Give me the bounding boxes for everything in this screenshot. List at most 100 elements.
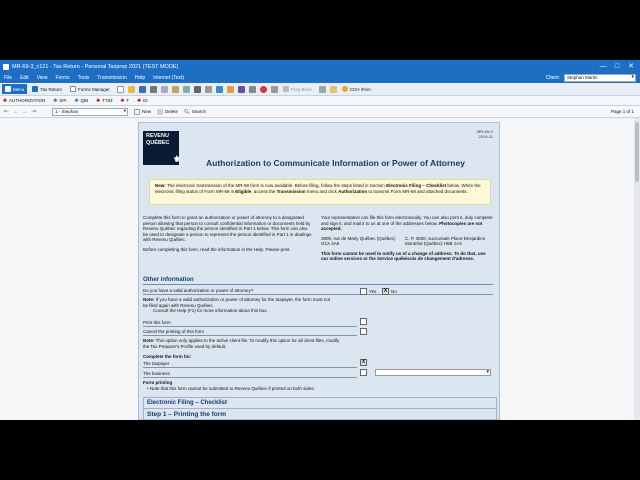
settings-icon[interactable] [248, 85, 256, 93]
maple-leaf-icon: ♣ [96, 97, 101, 104]
menu-transmission[interactable]: Transmission [97, 75, 127, 81]
intro-left: Complete this form to grant an authoriza… [143, 215, 313, 256]
print-form-checkbox[interactable] [360, 318, 367, 325]
no-checkbox[interactable]: X [382, 288, 389, 295]
tax-return-button[interactable]: Tax Return [29, 84, 65, 94]
menu-bar: File Edit View Forms Tools Transmission … [0, 73, 640, 83]
paste-icon[interactable] [171, 85, 179, 93]
page-info: Page 1 of 1 [610, 109, 634, 114]
menu-internet[interactable]: Internet (Test) [153, 75, 184, 81]
sign-icon[interactable] [237, 85, 245, 93]
address-quebec: 3800, rue de Marly Québec (Québec) G1X 4… [321, 235, 396, 247]
step1-heading: Step 1 – Printing the form [147, 411, 227, 418]
yes-checkbox[interactable] [360, 288, 367, 295]
menu-tools[interactable]: Tools [78, 75, 90, 81]
mr69-form: REVENU QUÉBEC ⚜ MR-69-V 2019-11 Authoriz… [138, 122, 500, 420]
complete-for-label: Complete the form for: [143, 354, 192, 359]
form-tabs-bar: ♣ AUTHORIZATION ♣ SPI ♣ QBI ♣ T783 ♣ T ♣ ID [0, 96, 640, 106]
tab-authorization[interactable]: ♣ AUTHORIZATION [3, 98, 45, 104]
undo-icon[interactable] [182, 85, 190, 93]
form-canvas: REVENU QUÉBEC ⚜ MR-69-V 2019-11 Authoriz… [0, 118, 640, 420]
intro-paragraph: Before completing this form, read the in… [143, 246, 291, 252]
note-profile: Note: This option only applies to the ac… [143, 338, 340, 349]
client-label: Client: [545, 75, 560, 81]
business-select[interactable] [375, 369, 491, 376]
search-button[interactable]: 🔍︎ Search [184, 109, 206, 115]
maple-leaf-icon: ♣ [74, 97, 79, 104]
form-title: Authorization to Communicate Information… [206, 158, 465, 168]
review-icon[interactable] [226, 85, 234, 93]
window-title: MR-69-3_c121 - Tax Return - Personal Tax… [12, 63, 179, 70]
menu-file[interactable]: File [4, 75, 12, 81]
taxpayer-checkbox[interactable]: X [360, 359, 367, 366]
maple-leaf-icon: ♣ [3, 97, 7, 104]
fleur-de-lis-icon: ⚜ [172, 154, 181, 164]
last-arrow-icon[interactable]: ⇥ [31, 108, 40, 115]
electronic-filing-checklist: Electronic Filing – Checklist Step 1 – P… [143, 397, 497, 419]
flag-icon[interactable] [318, 85, 326, 93]
prep-book-icon [282, 86, 289, 92]
client-area: Client: Stephan Martin [546, 74, 636, 82]
no-label: No [391, 289, 397, 294]
delete-button[interactable]: Delete [157, 108, 178, 115]
close-button[interactable]: ✕ [624, 60, 638, 73]
menu-help[interactable]: Help [135, 75, 145, 81]
checklist-heading: Electronic Filing – Checklist [144, 398, 496, 409]
menu-edit[interactable]: Edit [20, 75, 29, 81]
forms-manager-button[interactable]: Forms Manager [67, 84, 113, 94]
new-file-icon[interactable] [116, 85, 124, 93]
client-select[interactable]: Stephan Martin [564, 74, 636, 82]
other-info-heading: Other information [143, 277, 493, 285]
main-toolbar: Menu Tax Return Forms Manager Prep Book … [0, 83, 640, 96]
cch-ifirm-button[interactable]: CCH iFirm [339, 84, 374, 94]
form-id: MR-69-V 2019-11 [476, 129, 493, 139]
open-folder-icon[interactable] [127, 85, 135, 93]
maximize-button[interactable]: □ [610, 60, 624, 73]
menu-view[interactable]: View [37, 75, 48, 81]
business-checkbox[interactable] [360, 369, 367, 376]
business-row: The business [143, 371, 357, 378]
forward-arrow-icon[interactable]: → [22, 109, 31, 115]
menu-button[interactable]: Menu [2, 84, 28, 94]
tab-t[interactable]: ♣ T [120, 98, 129, 104]
filter-icon[interactable] [270, 85, 278, 93]
calculator-icon[interactable] [204, 85, 212, 93]
intro-paragraph: Complete this form to grant an authoriza… [143, 215, 312, 242]
lock-icon[interactable] [193, 85, 201, 93]
yes-label: Yes [369, 289, 377, 294]
tax-return-icon [32, 86, 39, 92]
menu-icon [5, 86, 11, 92]
new-button[interactable]: New [134, 108, 151, 115]
tab-spi[interactable]: ♣ SPI [53, 98, 66, 104]
print-icon[interactable] [149, 85, 157, 93]
form-printing-note: • Note that this form cannot be submitte… [147, 386, 315, 391]
scrollbar-thumb[interactable] [635, 122, 639, 182]
print-form-row: Print this form [143, 320, 357, 327]
first-arrow-icon[interactable]: ⇤ [4, 108, 13, 115]
save-icon[interactable] [138, 85, 146, 93]
prep-book-button[interactable]: Prep Book [280, 84, 315, 94]
revenu-quebec-logo: REVENU QUÉBEC ⚜ [143, 131, 181, 165]
address-warning: This form cannot be used to notify us of… [321, 250, 486, 262]
tab-id[interactable]: ♣ ID [137, 98, 147, 104]
menu-forms[interactable]: Forms [55, 75, 69, 81]
taxpayer-row: The taxpayer [143, 361, 357, 368]
cancel-print-checkbox[interactable] [360, 328, 367, 335]
form-copy-select[interactable]: 1 - Stephan [52, 107, 128, 116]
tab-t783[interactable]: ♣ T783 [96, 98, 112, 104]
help-icon[interactable] [259, 85, 267, 93]
back-arrow-icon[interactable]: ← [13, 109, 22, 115]
copy-icon[interactable] [160, 85, 168, 93]
maple-leaf-icon: ♣ [137, 97, 142, 104]
tab-qbi[interactable]: ♣ QBI [75, 98, 89, 104]
navigation-bar: ⇤ ← → ⇥ 1 - Stephan New Delete 🔍︎Search … [0, 106, 640, 118]
vertical-scrollbar[interactable] [634, 118, 640, 420]
search-icon: 🔍︎ [184, 108, 190, 114]
delete-icon [157, 108, 164, 115]
diagnostics-icon[interactable] [215, 85, 223, 93]
cancel-print-row: Cancel the printing of this form [143, 329, 357, 336]
note-icon[interactable] [329, 85, 337, 93]
new-icon [134, 108, 140, 115]
valid-auth-question: Do you have a valid authorization or pow… [143, 288, 493, 295]
minimize-button[interactable]: — [596, 60, 610, 73]
